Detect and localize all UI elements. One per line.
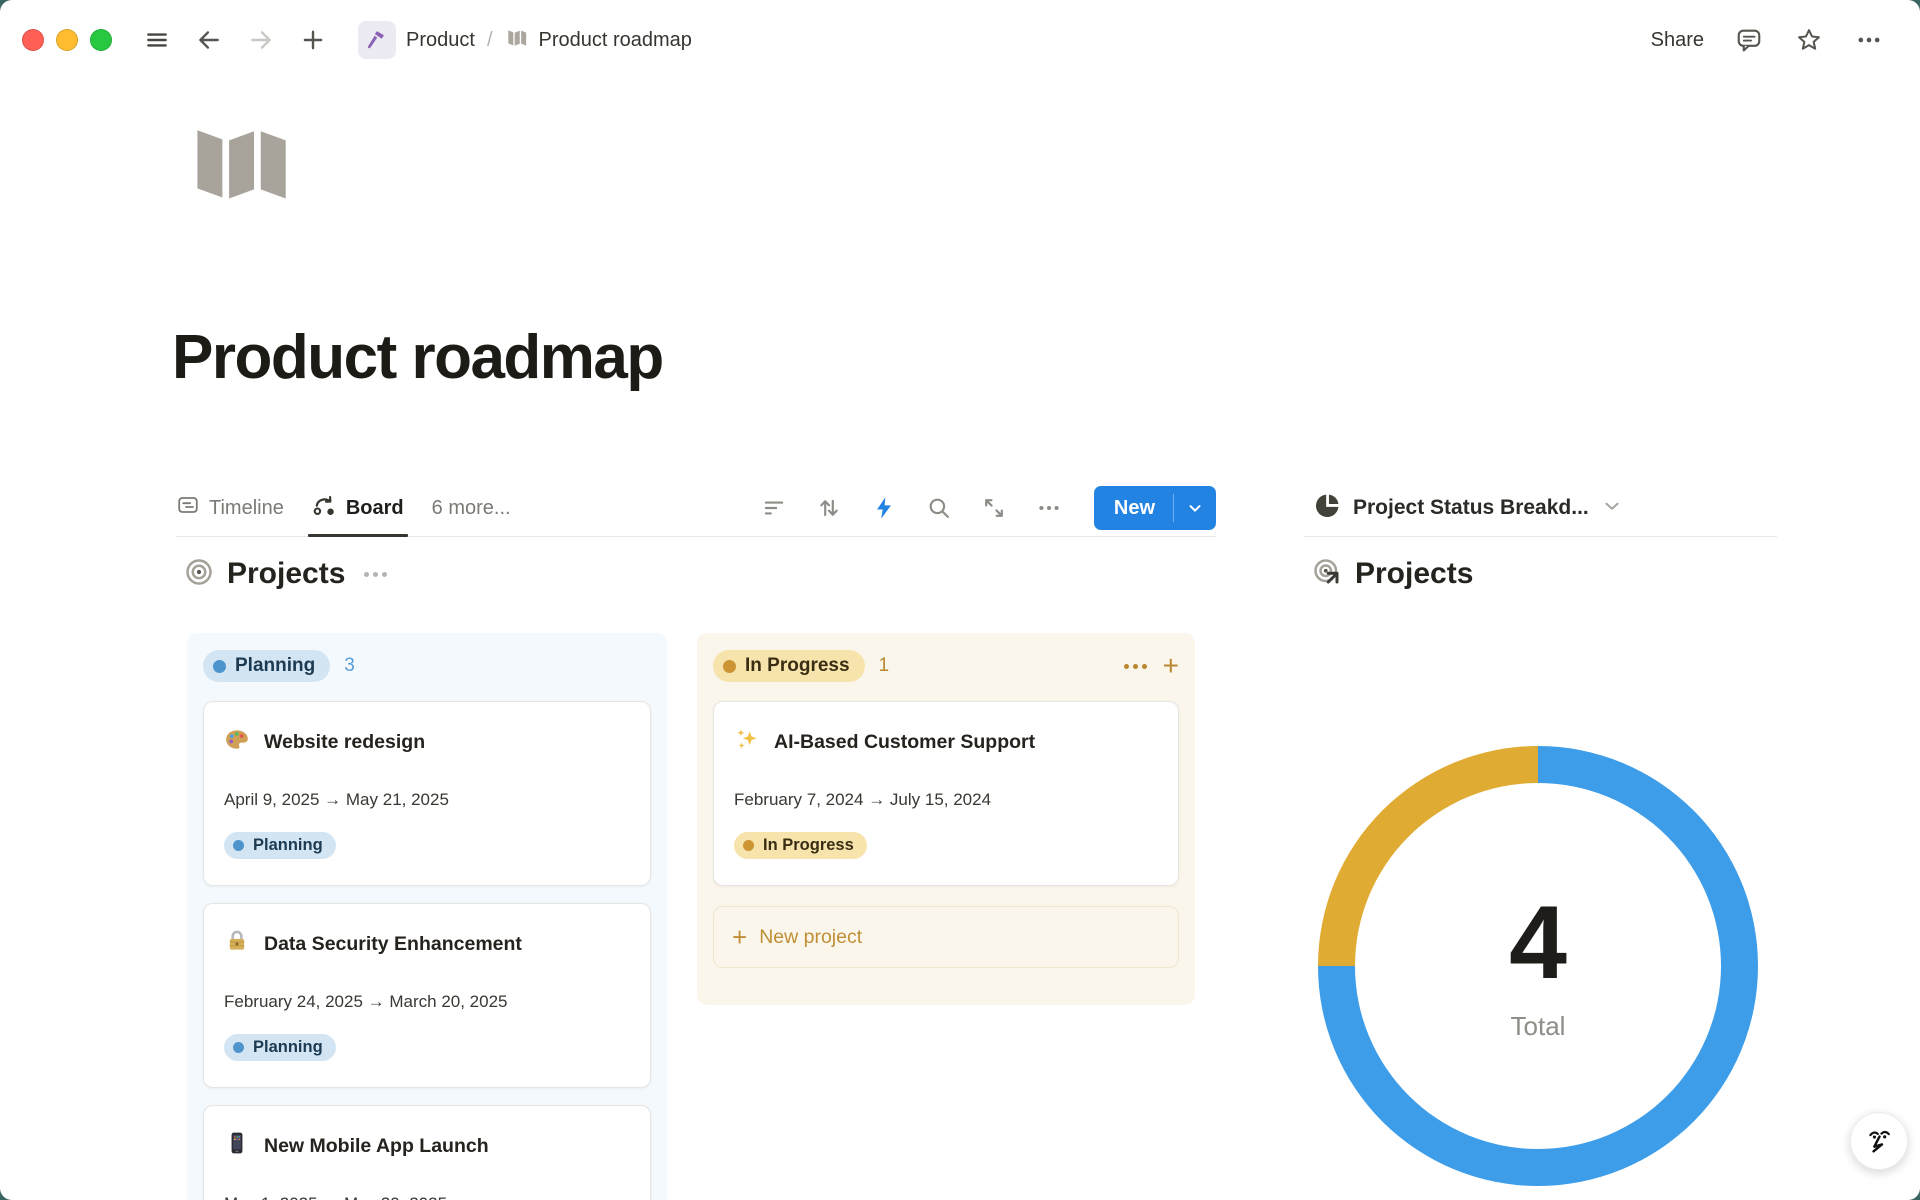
- timeline-icon: [176, 493, 200, 523]
- app-window: Product / Product roadmap Share: [0, 0, 1920, 1200]
- breadcrumb: Product / Product roadmap: [358, 21, 692, 59]
- view-options-more-icon[interactable]: [1035, 494, 1063, 522]
- plus-icon: +: [732, 924, 747, 950]
- mobile-phone-icon: [224, 1130, 250, 1162]
- status-pill-label: Planning: [235, 655, 315, 677]
- status-dot: [723, 660, 736, 673]
- donut-total-value: 4: [1509, 891, 1567, 995]
- column-add-icon[interactable]: +: [1163, 652, 1179, 680]
- tab-board[interactable]: Board: [312, 480, 404, 536]
- status-dot: [233, 1042, 244, 1053]
- card-title: AI-Based Customer Support: [774, 731, 1035, 754]
- tab-timeline[interactable]: Timeline: [176, 480, 284, 536]
- target-icon: [184, 557, 214, 592]
- board-section-title[interactable]: Projects: [227, 557, 345, 591]
- menu-icon[interactable]: [142, 25, 172, 55]
- board-icon: [312, 493, 337, 524]
- tab-board-label: Board: [346, 497, 404, 520]
- zoom-window-button[interactable]: [90, 29, 112, 51]
- breadcrumb-workspace[interactable]: Product: [406, 29, 475, 52]
- new-project-label: New project: [759, 926, 862, 949]
- more-icon[interactable]: [1854, 25, 1884, 55]
- doodle-face-badge[interactable]: [1850, 1112, 1908, 1170]
- column-planning-header: Planning 3: [203, 647, 651, 685]
- column-count: 3: [344, 655, 355, 677]
- close-window-button[interactable]: [22, 29, 44, 51]
- new-project-button[interactable]: + New project: [713, 906, 1179, 968]
- filter-icon[interactable]: [760, 494, 788, 522]
- forward-icon[interactable]: [246, 25, 276, 55]
- project-card[interactable]: AI-Based Customer Support February 7, 20…: [713, 701, 1179, 886]
- card-date-range: February 24, 2025 → March 20, 2025: [224, 992, 630, 1012]
- status-pill-in-progress[interactable]: In Progress: [713, 650, 865, 682]
- palette-icon: [224, 726, 250, 758]
- status-pill-label: In Progress: [745, 655, 850, 677]
- card-status-tag: Planning: [224, 832, 336, 859]
- target-link-icon: [1312, 557, 1342, 592]
- donut-chart[interactable]: 4 Total: [1318, 746, 1758, 1186]
- view-tab-bar: Timeline Board 6 more...: [176, 480, 1216, 537]
- search-icon[interactable]: [925, 494, 953, 522]
- card-date-range: February 7, 2024 → July 15, 2024: [734, 790, 1158, 810]
- card-title: New Mobile App Launch: [264, 1135, 489, 1158]
- page-map-icon[interactable]: [181, 113, 305, 209]
- board-section-heading: Projects: [184, 551, 387, 597]
- chart-section-title[interactable]: Projects: [1355, 557, 1473, 591]
- page-title: Product roadmap: [172, 322, 663, 393]
- status-dot: [233, 840, 244, 851]
- column-count: 1: [879, 655, 890, 677]
- card-title: Website redesign: [264, 731, 425, 754]
- lock-icon: [224, 928, 250, 960]
- column-more-icon[interactable]: [1124, 664, 1147, 669]
- minimize-window-button[interactable]: [56, 29, 78, 51]
- workspace-hammer-icon[interactable]: [358, 21, 396, 59]
- donut-center: 4 Total: [1318, 746, 1758, 1186]
- chart-section-heading: Projects: [1312, 551, 1473, 597]
- card-status-label: Planning: [253, 836, 323, 855]
- donut-total-label: Total: [1511, 1011, 1566, 1042]
- chart-selector-label[interactable]: Project Status Breakd...: [1353, 496, 1589, 520]
- back-icon[interactable]: [194, 25, 224, 55]
- breadcrumb-map-icon: [505, 26, 529, 54]
- automation-icon[interactable]: [870, 494, 898, 522]
- new-button-label[interactable]: New: [1094, 486, 1173, 530]
- column-planning: Planning 3 Website redesign April 9, 202…: [187, 633, 667, 1200]
- project-card[interactable]: New Mobile App Launch May 1, 2025 → May …: [203, 1105, 651, 1200]
- comment-icon[interactable]: [1734, 25, 1764, 55]
- section-more-icon[interactable]: [364, 572, 387, 577]
- sparkles-icon: [734, 726, 760, 758]
- column-in-progress-header: In Progress 1 +: [713, 647, 1179, 685]
- project-card[interactable]: Website redesign April 9, 2025 → May 21,…: [203, 701, 651, 886]
- card-date-range: May 1, 2025 → May 30, 2025: [224, 1194, 630, 1200]
- top-bar: Product / Product roadmap Share: [0, 0, 1920, 80]
- star-icon[interactable]: [1794, 25, 1824, 55]
- card-title: Data Security Enhancement: [264, 933, 522, 956]
- breadcrumb-page[interactable]: Product roadmap: [539, 29, 692, 52]
- tab-more-views-label: 6 more...: [432, 497, 511, 520]
- card-status-tag: Planning: [224, 1034, 336, 1061]
- chart-selector[interactable]: Project Status Breakd...: [1304, 480, 1777, 537]
- chevron-down-icon[interactable]: [1601, 495, 1623, 522]
- status-dot: [743, 840, 754, 851]
- new-tab-icon[interactable]: [298, 25, 328, 55]
- pie-icon: [1314, 492, 1341, 524]
- window-controls: [22, 29, 112, 51]
- status-pill-planning[interactable]: Planning: [203, 650, 330, 682]
- expand-icon[interactable]: [980, 494, 1008, 522]
- breadcrumb-separator: /: [485, 29, 495, 52]
- project-card[interactable]: Data Security Enhancement February 24, 2…: [203, 903, 651, 1088]
- card-date-range: April 9, 2025 → May 21, 2025: [224, 790, 630, 810]
- sort-icon[interactable]: [815, 494, 843, 522]
- column-in-progress: In Progress 1 + AI-Based Customer Suppor…: [697, 633, 1195, 1005]
- tab-more-views[interactable]: 6 more...: [432, 480, 511, 536]
- new-button-chevron-icon[interactable]: [1174, 486, 1216, 530]
- tab-timeline-label: Timeline: [209, 497, 284, 520]
- new-button[interactable]: New: [1094, 486, 1216, 530]
- card-status-tag: In Progress: [734, 832, 867, 859]
- card-status-label: In Progress: [763, 836, 854, 855]
- status-dot: [213, 660, 226, 673]
- share-button[interactable]: Share: [1651, 29, 1704, 52]
- card-status-label: Planning: [253, 1038, 323, 1057]
